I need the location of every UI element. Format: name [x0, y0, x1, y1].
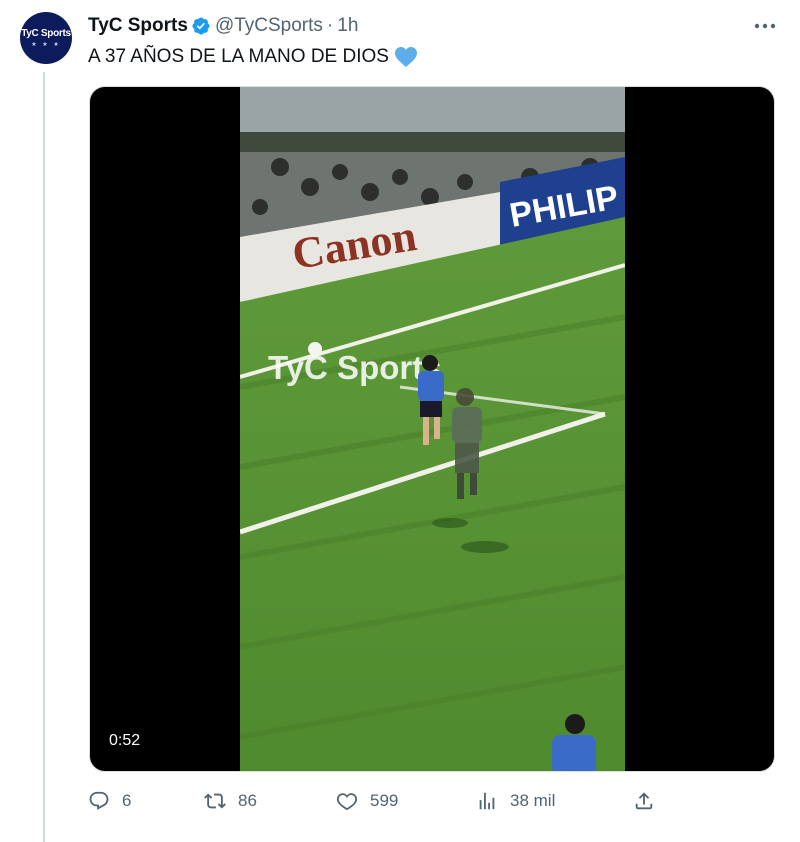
video-frame[interactable]: Canon PHILIP TyC Sports [240, 87, 625, 771]
reply-count: 6 [122, 791, 132, 810]
shadow-2 [461, 541, 509, 553]
video-duration: 0:52 [109, 732, 141, 749]
retweet-count: 86 [238, 791, 257, 810]
stand-rail [240, 132, 625, 152]
views-button[interactable]: 38 mil [476, 790, 555, 812]
avatar-stars: ★ ★ ★ [31, 42, 61, 48]
share-icon [635, 792, 653, 810]
retweet-button[interactable]: 86 [204, 790, 257, 812]
timestamp[interactable]: 1h [337, 14, 358, 38]
avatar[interactable]: TyC Sports ★ ★ ★ [20, 12, 72, 64]
reply-button[interactable]: 6 [88, 790, 131, 812]
views-icon [479, 792, 495, 810]
views-count: 38 mil [510, 791, 556, 810]
display-name[interactable]: TyC Sports [88, 14, 188, 38]
like-count: 599 [370, 791, 399, 810]
more-options-button[interactable] [752, 14, 778, 38]
ball [308, 342, 322, 356]
video-watermark: TyC Sports [268, 349, 442, 386]
share-button[interactable] [633, 790, 667, 812]
stand-roof [240, 87, 625, 132]
reply-icon [89, 791, 109, 810]
tweet-header: TyC Sports @TyCSports · 1h [88, 14, 358, 38]
like-icon [336, 793, 358, 811]
video-still: Canon PHILIP TyC Sports [240, 87, 625, 771]
separator-dot: · [326, 15, 334, 36]
blue-heart-icon [394, 47, 417, 67]
video-player[interactable]: Canon PHILIP TyC Sports 0:52 [89, 86, 775, 772]
user-handle[interactable]: @TyCSports [215, 14, 323, 38]
tweet-text-content: A 37 AÑOS DE LA MANO DE DIOS [88, 46, 389, 67]
retweet-icon [204, 793, 226, 809]
avatar-logo-text: TyC Sports [21, 28, 71, 39]
like-button[interactable]: 599 [336, 790, 398, 812]
tweet-actions: 6 86 599 38 mil [88, 790, 668, 818]
tweet-text: A 37 AÑOS DE LA MANO DE DIOS [88, 44, 418, 70]
shadow-1 [432, 518, 468, 528]
more-icon [754, 23, 776, 29]
verified-badge-icon[interactable] [191, 16, 211, 36]
thread-line [43, 72, 45, 842]
